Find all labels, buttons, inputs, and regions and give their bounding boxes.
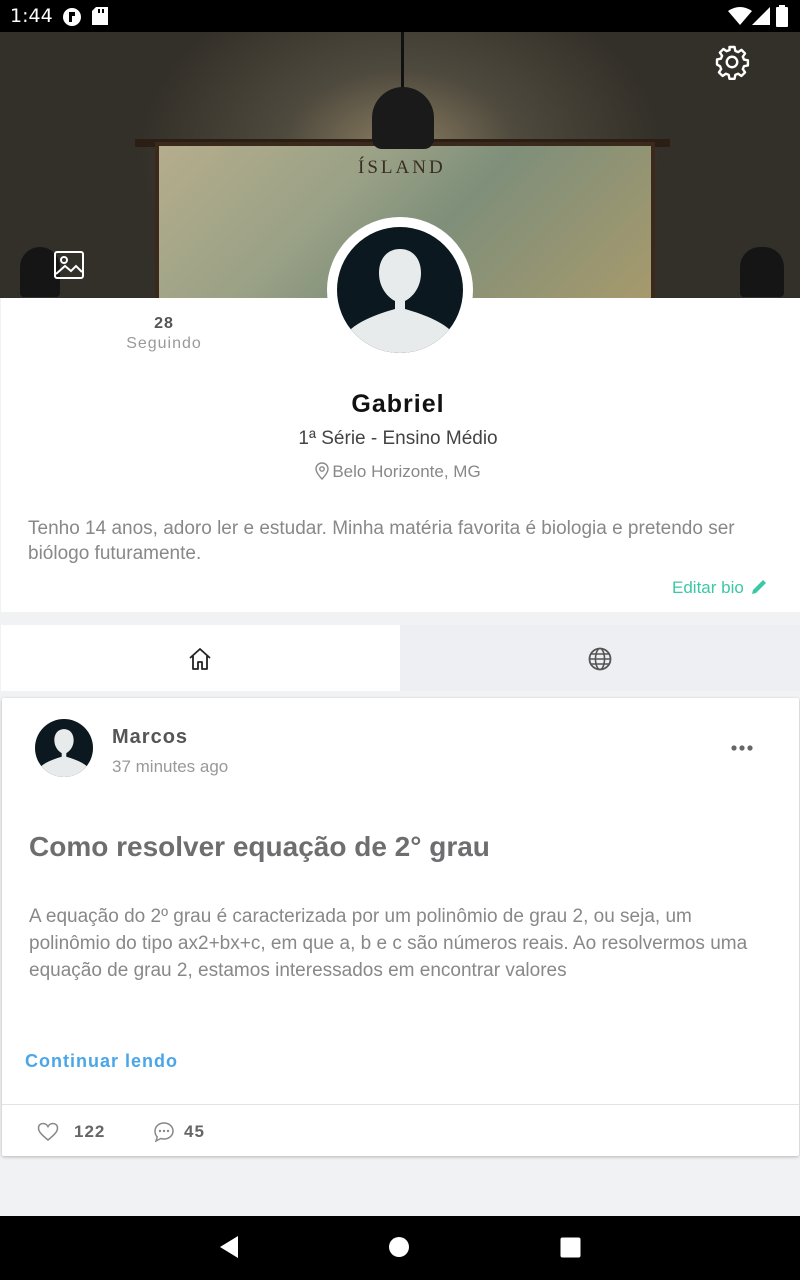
home-icon <box>189 648 211 670</box>
read-more-link[interactable]: Continuar lendo <box>25 1051 178 1072</box>
back-icon[interactable] <box>218 1234 240 1260</box>
author-avatar[interactable] <box>35 719 93 777</box>
profile-tabs <box>1 625 800 691</box>
profile-location: Belo Horizonte, MG <box>200 462 596 482</box>
lamp-shade <box>372 87 434 149</box>
tab-explore[interactable] <box>400 625 800 691</box>
default-user-icon <box>35 729 93 777</box>
battery-icon <box>776 5 788 27</box>
following-stat[interactable]: 28 Seguindo <box>110 315 218 353</box>
home-nav-icon[interactable] <box>388 1236 410 1258</box>
change-cover-image-icon[interactable] <box>53 250 85 280</box>
status-bar: 1:44 <box>0 0 800 32</box>
edit-bio-button[interactable]: Editar bio <box>672 578 768 598</box>
settings-gear-icon[interactable] <box>714 44 750 80</box>
lamp-cord <box>401 32 404 92</box>
post-title[interactable]: Como resolver equação de 2° grau <box>29 831 490 863</box>
comment-icon <box>154 1122 174 1143</box>
status-time: 1:44 <box>10 5 53 27</box>
app-notification-icon <box>63 8 81 26</box>
following-count: 28 <box>154 315 174 332</box>
recents-icon[interactable] <box>560 1237 581 1258</box>
signal-icon <box>752 7 770 25</box>
side-lamp-right <box>740 247 784 297</box>
comment-count: 45 <box>184 1122 205 1141</box>
profile-grade: 1ª Série - Ensino Médio <box>298 428 498 449</box>
edit-bio-label: Editar bio <box>672 578 744 597</box>
navigation-bar <box>0 1216 800 1280</box>
default-user-icon <box>337 249 463 353</box>
location-pin-icon <box>315 462 330 480</box>
following-label: Seguindo <box>126 335 202 352</box>
avatar-silhouette <box>337 227 463 353</box>
profile-bio: Tenho 14 anos, adoro ler e estudar. Minh… <box>28 518 735 564</box>
map-title: ÍSLAND <box>358 157 446 178</box>
like-count: 122 <box>74 1122 106 1141</box>
location-text: Belo Horizonte, MG <box>332 462 481 481</box>
post-excerpt: A equação do 2º grau é caracterizada por… <box>29 906 748 981</box>
tab-home[interactable] <box>1 625 400 691</box>
sd-card-icon <box>92 7 108 25</box>
globe-icon <box>588 647 612 671</box>
more-options-icon[interactable] <box>728 740 756 756</box>
pencil-icon <box>751 580 766 594</box>
card-divider <box>2 1104 799 1105</box>
profile-name: Gabriel <box>351 390 445 418</box>
post-author[interactable]: Marcos <box>112 726 188 749</box>
profile-avatar[interactable] <box>327 217 473 363</box>
post-card[interactable]: Marcos 37 minutes ago Como resolver equa… <box>2 698 799 1156</box>
heart-icon <box>37 1122 59 1141</box>
post-time: 37 minutes ago <box>112 757 229 776</box>
wifi-icon <box>728 7 752 25</box>
